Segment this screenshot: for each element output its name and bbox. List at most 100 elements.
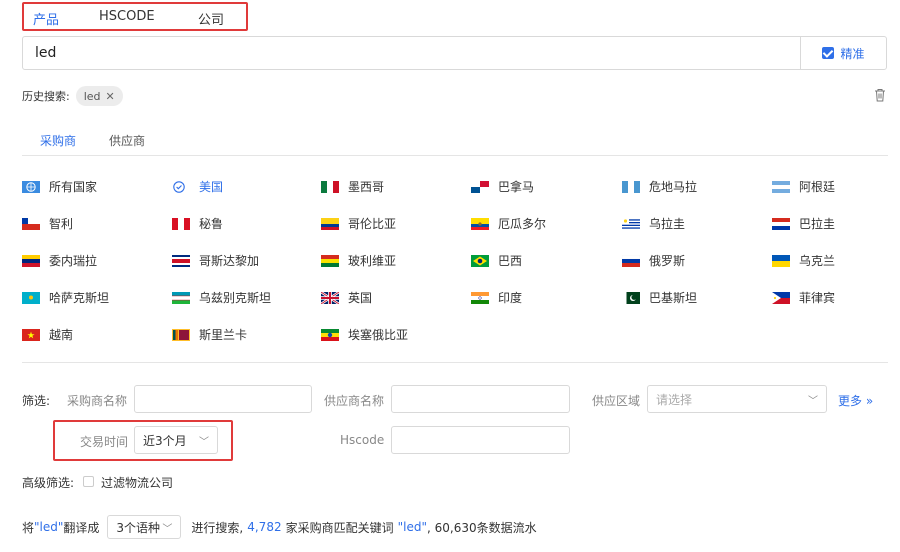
guatemala-flag — [622, 180, 640, 193]
country-label: 危地马拉 — [649, 180, 698, 194]
country-ecuador[interactable]: 厄瓜多尔 — [471, 215, 546, 232]
country-label: 所有国家 — [49, 180, 98, 194]
ecuador-flag — [471, 217, 489, 230]
country-label: 巴拉圭 — [799, 217, 836, 231]
exact-match-toggle[interactable]: 精准 — [800, 37, 886, 69]
search-bar: 精准 — [22, 36, 887, 70]
buyer-name-input[interactable] — [134, 385, 312, 413]
country-sri-lanka[interactable]: 斯里兰卡 — [172, 326, 247, 343]
country-ethiopia[interactable]: 埃塞俄比亚 — [321, 326, 408, 343]
tab-product[interactable]: 产品 — [33, 9, 59, 28]
country-label: 乌克兰 — [799, 254, 836, 268]
country-colombia[interactable]: 哥伦比亚 — [321, 215, 396, 232]
country-guatemala[interactable]: 危地马拉 — [622, 178, 697, 195]
country-mexico[interactable]: 墨西哥 — [321, 178, 384, 195]
hscode-input[interactable] — [391, 426, 570, 454]
tab-supplier[interactable]: 供应商 — [109, 132, 145, 149]
country-label: 菲律宾 — [799, 291, 836, 305]
exact-checkbox[interactable] — [822, 47, 835, 59]
tab-buyer[interactable]: 采购商 — [40, 132, 76, 149]
country-uruguay[interactable]: 乌拉圭 — [622, 215, 685, 232]
history-chip-label: led — [83, 89, 101, 103]
tab-hscode[interactable]: HSCODE — [99, 9, 155, 24]
country-usa[interactable]: 美国 — [172, 178, 223, 195]
advanced-filter-label: 高级筛选: — [22, 476, 75, 490]
more-filters-link[interactable]: 更多 » — [838, 392, 873, 409]
history-chip[interactable]: led ✕ — [75, 86, 123, 106]
country-all[interactable]: 所有国家 — [22, 178, 97, 195]
costa-rica-flag — [172, 254, 190, 267]
mexico-flag — [321, 180, 339, 193]
country-label: 乌兹别克斯坦 — [199, 291, 272, 305]
country-brazil[interactable]: 巴西 — [471, 252, 522, 269]
country-label: 美国 — [199, 180, 224, 194]
chevron-down-icon: ﹀ — [808, 395, 818, 407]
chile-flag — [22, 217, 40, 230]
country-russia[interactable]: 俄罗斯 — [622, 252, 685, 269]
country-label: 巴西 — [498, 254, 523, 268]
country-label: 巴基斯坦 — [649, 291, 698, 305]
close-icon[interactable]: ✕ — [106, 90, 115, 103]
ethiopia-flag — [321, 328, 339, 341]
country-uzbekistan[interactable]: 乌兹别克斯坦 — [172, 289, 271, 306]
more-label: 更多 — [838, 394, 863, 408]
translate-search-text: 进行搜索, — [191, 520, 244, 535]
translate-match-text: 家采购商匹配关键词 — [285, 520, 394, 535]
supply-region-label: 供应区域 — [592, 394, 641, 408]
country-label: 越南 — [49, 328, 74, 342]
supplier-name-label: 供应商名称 — [324, 394, 385, 408]
trade-time-value: 近3个月 — [143, 433, 187, 448]
trade-time-select[interactable]: 近3个月 ﹀ — [134, 426, 218, 454]
country-uk[interactable]: 英国 — [321, 289, 372, 306]
country-vietnam[interactable]: 越南 — [22, 326, 73, 343]
language-count-select[interactable]: 3个语种 ﹀ — [107, 515, 182, 539]
country-label: 印度 — [498, 291, 523, 305]
venezuela-flag — [22, 254, 40, 267]
country-kazakhstan[interactable]: 哈萨克斯坦 — [22, 289, 109, 306]
trash-icon[interactable] — [874, 88, 886, 102]
double-chevron-down-icon: » — [865, 394, 874, 408]
country-label: 哥斯达黎加 — [199, 254, 260, 268]
country-venezuela[interactable]: 委内瑞拉 — [22, 252, 97, 269]
panama-flag — [471, 180, 489, 193]
uruguay-flag — [622, 217, 640, 230]
country-bolivia[interactable]: 玻利维亚 — [321, 252, 396, 269]
country-label: 委内瑞拉 — [49, 254, 98, 268]
country-chile[interactable]: 智利 — [22, 215, 73, 232]
translate-prefix: 将 — [22, 520, 35, 535]
country-costa-rica[interactable]: 哥斯达黎加 — [172, 252, 259, 269]
bolivia-flag — [321, 254, 339, 267]
buyer-count: 4,782 — [247, 520, 282, 534]
country-ukraine[interactable]: 乌克兰 — [772, 252, 835, 269]
country-philippines[interactable]: 菲律宾 — [772, 289, 835, 306]
translate-mid: 翻译成 — [63, 520, 100, 535]
country-label: 秘鲁 — [199, 217, 224, 231]
country-paraguay[interactable]: 巴拉圭 — [772, 215, 835, 232]
tab-company[interactable]: 公司 — [198, 9, 224, 28]
ukraine-flag — [772, 254, 790, 267]
country-india[interactable]: 印度 — [471, 289, 522, 306]
supply-region-select[interactable]: 请选择 ﹀ — [647, 385, 827, 413]
paraguay-flag — [772, 217, 790, 230]
trade-time-label: 交易时间 — [80, 435, 129, 449]
supplier-name-input[interactable] — [391, 385, 570, 413]
history-label: 历史搜索: — [22, 90, 70, 103]
country-panama[interactable]: 巴拿马 — [471, 178, 534, 195]
peru-flag — [172, 217, 190, 230]
filter-logistics-checkbox[interactable] — [83, 476, 94, 487]
vietnam-flag — [22, 328, 40, 341]
chevron-down-icon: ﹀ — [199, 436, 209, 448]
country-peru[interactable]: 秘鲁 — [172, 215, 223, 232]
country-pakistan[interactable]: 巴基斯坦 — [622, 289, 697, 306]
search-input[interactable] — [23, 37, 800, 69]
filter-logistics-label[interactable]: 过滤物流公司 — [101, 474, 173, 491]
india-flag — [471, 291, 489, 304]
filter-label: 筛选: — [22, 394, 51, 408]
country-argentina[interactable]: 阿根廷 — [772, 178, 835, 195]
colombia-flag — [321, 217, 339, 230]
pakistan-flag — [622, 291, 640, 304]
search-history: 历史搜索: led ✕ — [22, 86, 123, 106]
uzbekistan-flag — [172, 291, 190, 304]
country-label: 英国 — [348, 291, 373, 305]
philippines-flag — [772, 291, 790, 304]
